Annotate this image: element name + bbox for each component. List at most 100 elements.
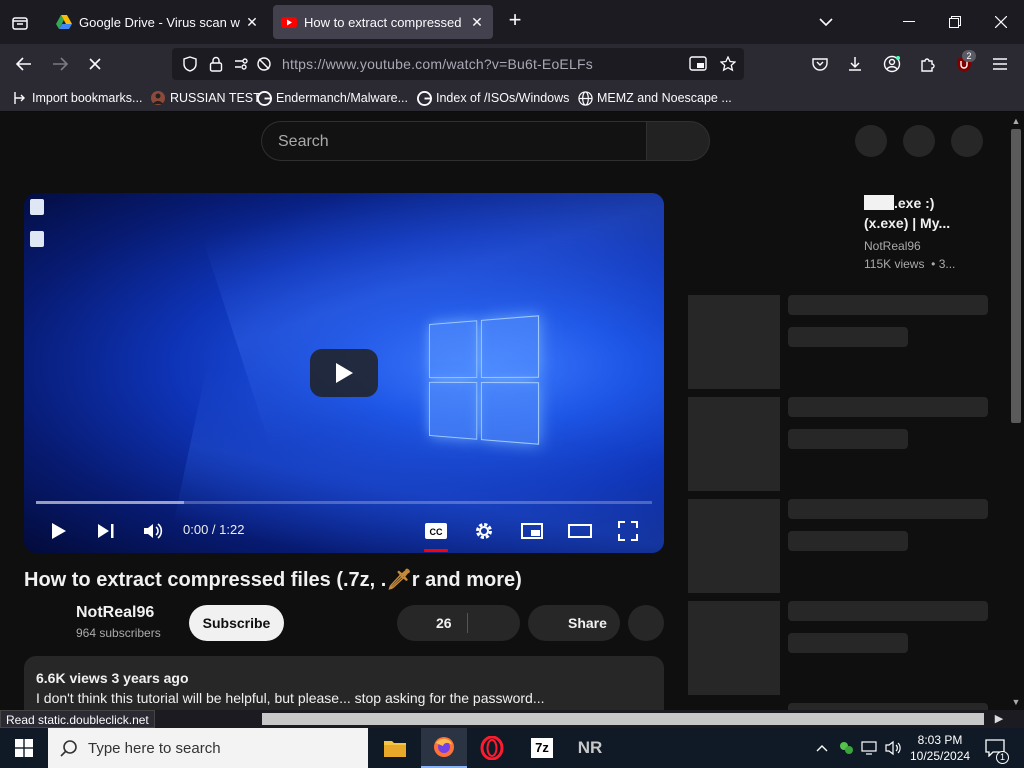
file-explorer-icon[interactable] [372,728,418,768]
scroll-up-arrow-icon[interactable]: ▲ [1010,115,1022,127]
stop-loading-icon[interactable] [83,52,107,76]
hamburger-menu-icon[interactable] [988,52,1012,76]
skeleton-thumbnail [688,397,780,491]
picture-in-picture-icon[interactable] [686,52,710,76]
nr-label: NR [577,738,603,757]
firefox-icon[interactable] [421,728,467,768]
channel-name[interactable]: NotReal96 [76,604,154,622]
more-actions-button[interactable] [628,605,664,641]
clock-date: 10/25/2024 [910,749,971,763]
pocket-icon[interactable] [808,52,832,76]
miniplayer-icon[interactable] [518,517,546,545]
cursor-icon: 🗡 [386,569,412,591]
autoplay-blocked-icon[interactable] [252,52,276,76]
like-dislike-button[interactable]: 26 [397,605,520,641]
scroll-down-arrow-icon[interactable]: ▼ [1010,696,1022,708]
bookmark-star-icon[interactable] [716,52,740,76]
description-box[interactable]: 6.6K views 3 years ago I don't think thi… [24,656,664,710]
like-count: 26 [436,615,452,631]
show-hidden-icons-icon[interactable] [812,738,832,758]
bookmark-index-isos[interactable]: Index of /ISOs/Windows [416,89,569,107]
restore-button[interactable] [943,10,967,34]
account-icon[interactable] [880,52,904,76]
scroll-right-arrow-icon[interactable]: ▶ [992,712,1006,726]
7zip-label: 7z [531,738,553,758]
recommended-video-title[interactable]: .exe :) (x.exe) | My... [864,193,994,233]
minimize-button[interactable] [897,10,921,34]
7zip-icon[interactable]: 7z [519,728,565,768]
time-display: 0:00 / 1:22 [183,522,245,537]
scrollbar-thumb[interactable] [1011,129,1021,423]
taskbar-clock[interactable]: 8:03 PM 10/25/2024 [910,732,970,764]
downloads-icon[interactable] [843,52,867,76]
close-tab-icon[interactable]: ✕ [469,14,485,30]
start-button[interactable] [0,728,48,768]
taskbar-search-input[interactable]: Type here to search [48,728,368,768]
search-button[interactable] [646,121,710,161]
extensions-puzzle-icon[interactable] [916,52,940,76]
url-text[interactable]: https://www.youtube.com/watch?v=Bu6t-EoE… [282,56,593,72]
video-player[interactable]: 0:00 / 1:22 CC [24,193,664,553]
lock-icon[interactable] [204,52,228,76]
notifications-icon[interactable] [903,125,935,157]
volume-tray-icon[interactable] [884,738,904,758]
network-icon[interactable] [860,738,880,758]
google-drive-icon [56,14,72,30]
desktop-file-icon [30,231,44,247]
list-all-tabs-icon[interactable] [814,10,838,34]
new-tab-button[interactable]: + [504,9,526,32]
next-video-icon[interactable] [92,517,120,545]
bookmark-russian-test[interactable]: RUSSIAN TEST [150,89,261,107]
bookmark-label: MEMZ and Noescape ... [597,91,732,105]
avatar[interactable] [951,125,983,157]
captions-active-indicator [424,549,448,552]
volume-icon[interactable] [139,517,167,545]
security-tray-icon[interactable] [836,738,856,758]
opera-icon[interactable] [469,728,515,768]
subscriber-count: 964 subscribers [76,626,161,640]
tab-list-icon[interactable] [8,11,32,35]
video-title: How to extract compressed files (.7z, .🗡… [24,567,522,592]
close-tab-icon[interactable]: ✕ [244,14,260,30]
recommended-meta: 115K views • 3... [864,257,956,271]
search-placeholder: Search [278,133,329,150]
rec-title-text: (x.exe) | My... [864,215,951,231]
close-window-button[interactable] [989,10,1013,34]
settings-gear-icon[interactable] [470,517,498,545]
windows-start-icon [15,739,33,757]
bookmark-import[interactable]: Import bookmarks... [12,89,142,107]
notification-count-badge: 1 [996,751,1009,764]
bookmark-memz[interactable]: MEMZ and Noescape ... [577,89,732,107]
forward-arrow-icon[interactable] [48,52,72,76]
tab-youtube[interactable]: How to extract compressed files ✕ [273,5,493,39]
skeleton-line [788,531,908,551]
status-bar: Read static.doubleclick.net [0,710,155,728]
back-arrow-icon[interactable] [12,52,36,76]
subscribe-button[interactable]: Subscribe [189,605,284,641]
tracking-protection-shield-icon[interactable] [178,52,202,76]
theater-mode-icon[interactable] [566,517,594,545]
youtube-page: Search 0:00 / 1:22 CC How to extract com… [0,113,1008,710]
bookmarks-toolbar: Import bookmarks... RUSSIAN TEST Enderma… [0,84,1024,112]
share-button[interactable]: Share [528,605,620,641]
fullscreen-icon[interactable] [614,517,642,545]
video-title-text: r and more) [411,569,522,591]
bookmark-endermanch[interactable]: Endermanch/Malware... [256,89,408,107]
scrollbar-thumb[interactable] [262,713,984,725]
skeleton-line [788,295,988,315]
search-input[interactable]: Search [261,121,647,161]
address-bar[interactable]: https://www.youtube.com/watch?v=Bu6t-EoE… [172,48,744,80]
rec-age: 3... [938,257,956,271]
globe-icon [577,90,593,106]
closed-captions-icon[interactable]: CC [422,517,450,545]
bookmark-label: Import bookmarks... [32,91,143,105]
tab-google-drive[interactable]: Google Drive - Virus scan warning ✕ [48,5,268,39]
recommended-channel[interactable]: NotReal96 [864,239,921,253]
create-icon[interactable] [855,125,887,157]
progress-bar[interactable] [36,501,652,504]
big-play-button[interactable] [310,349,378,397]
permissions-icon[interactable] [230,52,254,76]
vertical-scrollbar[interactable]: ▲ ▼ [1008,113,1024,710]
play-icon[interactable] [45,517,73,545]
nr-icon[interactable]: NR [567,728,613,768]
